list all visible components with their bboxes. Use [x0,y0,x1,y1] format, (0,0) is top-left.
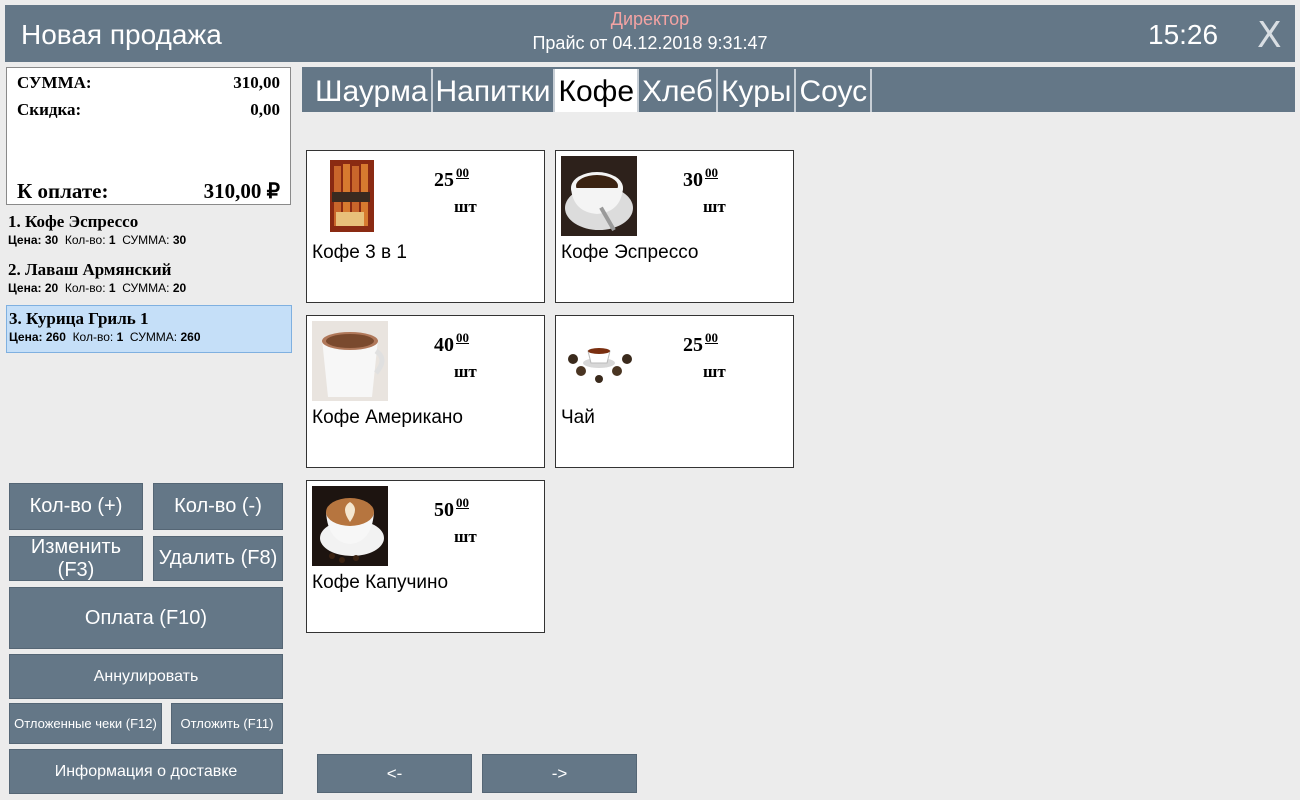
product-unit: шт [703,362,726,381]
order-item-name: 1. Кофе Эспрессо [8,212,139,231]
qty-plus-button[interactable]: Кол-во (+) [9,483,143,530]
product-name: Кофе Эспрессо [561,242,699,263]
tab-drinks[interactable]: Напитки [433,69,556,112]
topay-label: К оплате: [17,179,109,203]
product-price: 25 00 [434,165,469,191]
pos-window: Новая продажа Директор Прайс от 04.12.20… [0,0,1300,800]
order-item-name: 3. Курица Гриль 1 [9,309,149,328]
defer-button[interactable]: Отложить (F11) [171,703,283,744]
product-name: Чай [561,407,595,428]
order-item-details: Цена: 260 Кол-во: 1 СУММА: 260 [9,330,201,344]
discount-label: Скидка: [17,100,82,119]
tab-sauce[interactable]: Соус [796,69,873,112]
order-item-details: Цена: 20 Кол-во: 1 СУММА: 20 [8,281,187,295]
tab-shaurma[interactable]: Шаурма [312,69,433,112]
product-name: Кофе Американо [312,407,463,428]
close-icon[interactable]: X [1257,15,1282,56]
annul-button[interactable]: Аннулировать [9,654,283,699]
product-card[interactable]: 25 00 шт Чай [555,315,794,468]
user-role: Директор [610,9,690,29]
cappuccino-cup-icon [312,486,388,566]
americano-cup-icon [312,321,388,401]
delete-button[interactable]: Удалить (F8) [153,536,283,581]
order-item[interactable]: 1. Кофе Эспрессо Цена: 30 Кол-во: 1 СУММ… [6,209,292,257]
product-unit: шт [454,362,477,381]
sum-label: СУММА: [17,73,92,92]
topay-value: 310,00 ₽ [203,179,280,203]
delivery-info-button[interactable]: Информация о доставке [9,749,283,794]
sum-value: 310,00 [233,73,280,92]
product-card[interactable]: 30 00 шт Кофе Эспрессо [555,150,794,303]
discount-value: 0,00 [250,100,280,119]
coffee-sachet-icon [312,156,388,236]
order-item-details: Цена: 30 Кол-во: 1 СУММА: 30 [8,233,187,247]
discount-row: Скидка: 0,00 [17,100,280,120]
category-tabs: Шаурма Напитки Кофе Хлеб Куры Соус [302,67,1295,112]
product-unit: шт [454,197,477,216]
espresso-cup-icon [561,156,637,236]
product-price: 40 00 [434,330,469,356]
pay-button[interactable]: Оплата (F10) [9,587,283,649]
tea-cup-icon [561,321,637,401]
clock: 15:26 [1148,19,1219,50]
order-item-selected[interactable]: 3. Курица Гриль 1 Цена: 260 Кол-во: 1 СУ… [6,305,292,353]
receipt-summary: СУММА: 310,00 Скидка: 0,00 К оплате: 310… [6,67,291,205]
deferred-receipts-button[interactable]: Отложенные чеки (F12) [9,703,162,744]
next-page-button[interactable]: -> [482,754,637,793]
product-price: 30 00 [683,165,718,191]
product-unit: шт [703,197,726,216]
tab-chicken[interactable]: Куры [718,69,797,112]
sum-row: СУММА: 310,00 [17,73,280,93]
product-name: Кофе Капучино [312,572,449,593]
order-list: 1. Кофе Эспрессо Цена: 30 Кол-во: 1 СУММ… [6,209,292,353]
product-price: 50 00 [434,495,469,521]
product-name: Кофе 3 в 1 [312,242,407,263]
qty-minus-button[interactable]: Кол-во (-) [153,483,283,530]
prev-page-button[interactable]: <- [317,754,472,793]
product-price: 25 00 [683,330,718,356]
product-card[interactable]: 40 00 шт Кофе Американо [306,315,545,468]
tab-coffee[interactable]: Кофе [555,69,640,112]
order-item-name: 2. Лаваш Армянский [8,260,172,279]
topay-row: К оплате: 310,00 ₽ [17,179,280,204]
tab-bread[interactable]: Хлеб [639,69,719,112]
price-list-label: Прайс от 04.12.2018 9:31:47 [532,33,768,53]
product-card[interactable]: 50 00 шт Кофе Капучино [306,480,545,633]
header-bar: Новая продажа Директор Прайс от 04.12.20… [5,5,1295,62]
product-card[interactable]: 25 00 шт Кофе 3 в 1 [306,150,545,303]
edit-button[interactable]: Изменить (F3) [9,536,143,581]
product-unit: шт [454,527,477,546]
order-item[interactable]: 2. Лаваш Армянский Цена: 20 Кол-во: 1 СУ… [6,257,292,305]
